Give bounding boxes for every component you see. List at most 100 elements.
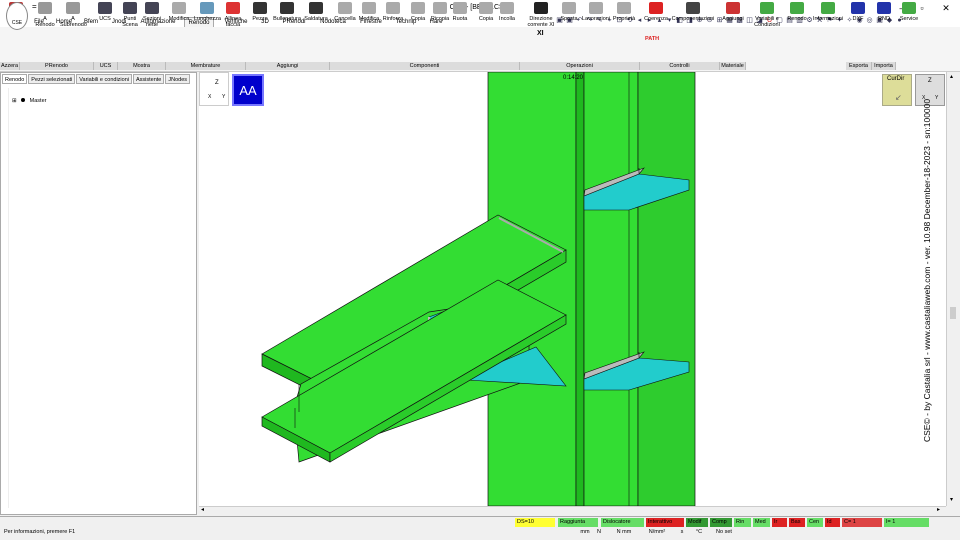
ribbon-button-punti-scena-4[interactable]: Punti Scena bbox=[122, 2, 138, 28]
ribbon-button-rnd-31[interactable]: RND bbox=[875, 2, 893, 22]
ribbon-button-direzione-corrente-xi-20[interactable]: Direzione corrente XI bbox=[526, 2, 556, 28]
ribbon-group-componenti: Componenti bbox=[330, 62, 520, 70]
ribbon-button-modifica-6[interactable]: Modifica bbox=[167, 2, 191, 22]
path-label: PATH bbox=[645, 36, 660, 42]
scroll-thumb[interactable] bbox=[950, 307, 956, 319]
ribbon-button-label: Ricopia bbox=[430, 16, 450, 22]
status-bas[interactable]: Bas bbox=[789, 518, 805, 527]
close-button[interactable]: ✕ bbox=[936, 2, 956, 14]
ribbon-group-controlli: Controlli bbox=[640, 62, 720, 70]
ribbon-button-label: Pezzo bbox=[252, 16, 268, 22]
status-i[interactable]: I= 1 bbox=[884, 518, 929, 527]
ribbon-button-propriet--23[interactable]: Proprietà bbox=[612, 2, 636, 22]
ribbon-button-label: Incolla bbox=[499, 16, 515, 22]
ribbon-button-service-32[interactable]: Service bbox=[899, 2, 919, 22]
vertical-scrollbar[interactable]: ▴ ▾ bbox=[946, 72, 960, 506]
ribbon-button-variabili-e-condizioni-27[interactable]: Variabili e Condizioni bbox=[750, 2, 784, 28]
ribbon-group-ucs: UCS bbox=[94, 62, 118, 70]
length-icon bbox=[200, 2, 214, 14]
orient-y-label: Y bbox=[935, 95, 939, 101]
ribbon-button-copia-18[interactable]: Copia bbox=[478, 2, 494, 22]
ribbon-button-a-renodo-1[interactable]: A Renodo bbox=[35, 2, 55, 28]
status-c[interactable]: C= 1 bbox=[842, 518, 882, 527]
ribbon-button-saldatura-11[interactable]: Saldatura bbox=[303, 2, 329, 22]
ribbon-button-label: Coerenza bbox=[644, 16, 668, 22]
tab-variabili[interactable]: Variabili e condizioni bbox=[76, 74, 132, 84]
ribbon-button-label: Modifica bbox=[358, 16, 380, 22]
3d-model-view[interactable] bbox=[199, 72, 946, 506]
a-renodo-icon bbox=[38, 2, 52, 14]
ribbon-group-esporta: Esporta bbox=[846, 62, 872, 70]
scroll-right-icon[interactable]: ▸ bbox=[937, 506, 940, 513]
status-ds[interactable]: DS=10 bbox=[515, 518, 555, 527]
scroll-down-icon[interactable]: ▾ bbox=[950, 496, 953, 503]
aa-button[interactable]: AA bbox=[232, 74, 264, 106]
tree-node-icon bbox=[21, 98, 26, 102]
horizontal-scrollbar[interactable]: ◂ ▸ bbox=[199, 506, 946, 514]
status-ir[interactable]: Ir bbox=[772, 518, 787, 527]
path-coherence-icon bbox=[649, 2, 663, 14]
ribbon-button-label: Punti Scena bbox=[122, 16, 138, 28]
curdir-panel[interactable]: CurDir ↙ bbox=[882, 74, 912, 106]
scroll-left-icon[interactable]: ◂ bbox=[201, 506, 204, 513]
tab-jnodes[interactable]: JNodes bbox=[165, 74, 191, 84]
status-rin[interactable]: Rin bbox=[734, 518, 751, 527]
recopy-icon bbox=[433, 2, 447, 14]
tab-assistente[interactable]: Assistente bbox=[132, 74, 165, 84]
ribbon-button-label: Lavorazioni bbox=[581, 16, 611, 22]
status-med[interactable]: Med bbox=[753, 518, 770, 527]
ribbon-button-dxf-30[interactable]: DXF bbox=[849, 2, 867, 22]
direction-icon bbox=[534, 2, 548, 14]
ribbon-button-ricopia-16[interactable]: Ricopia bbox=[430, 2, 450, 22]
paste-icon bbox=[500, 2, 514, 14]
status-comp[interactable]: Comp bbox=[710, 518, 732, 527]
3d-viewport[interactable]: Z X Y AA 0:14:20 CurDir ↙ Z X Y CSE© - b… bbox=[199, 72, 946, 506]
ribbon-button-informazioni-29[interactable]: Informazioni bbox=[810, 2, 846, 22]
axis-z-label: Z bbox=[215, 80, 219, 86]
ribbon-button-pezzo-9[interactable]: Pezzo bbox=[250, 2, 270, 22]
info-dot-icon bbox=[821, 2, 835, 14]
ribbon-button-rinforza-14[interactable]: Rinforza bbox=[382, 2, 404, 22]
status-raggiunta[interactable]: Raggiunta bbox=[558, 518, 598, 527]
ribbon-button-label: Bullonatura bbox=[273, 16, 301, 22]
status-interattivo[interactable]: Interattivo bbox=[646, 518, 684, 527]
tree-item-master[interactable]: Master bbox=[30, 98, 47, 104]
view-axes-box[interactable] bbox=[199, 72, 229, 106]
ribbon-button-cancella-12[interactable]: Cancella bbox=[334, 2, 356, 22]
status-modif[interactable]: Modif bbox=[686, 518, 708, 527]
unit-length: mm bbox=[580, 529, 590, 535]
ribbon-button-modifica-13[interactable]: Modifica bbox=[358, 2, 380, 22]
status-cen[interactable]: Cen bbox=[807, 518, 823, 527]
ribbon-button-allinea-faccia-8[interactable]: Allinea faccia bbox=[221, 2, 245, 28]
ribbon-button-copia-15[interactable]: Copia bbox=[410, 2, 426, 22]
tab-pezzi-selezionati[interactable]: Pezzi selezionati bbox=[28, 74, 76, 84]
ribbon-button-renodo-28[interactable]: Renodo bbox=[786, 2, 808, 22]
ribbon-button-componentazioni-25[interactable]: Componentazioni bbox=[670, 2, 716, 22]
ribbon-button-label: UCS bbox=[99, 16, 111, 22]
ribbon-button-a-subrenodo-2[interactable]: A Subrenodo bbox=[60, 2, 87, 28]
tree-expander-icon[interactable]: ⊞ bbox=[12, 98, 17, 104]
ribbon-button-bullonatura-10[interactable]: Bullonatura bbox=[272, 2, 302, 22]
ribbon-button-label: Ruota bbox=[452, 16, 468, 22]
ribbon-button-ucs-3[interactable]: UCS bbox=[97, 2, 113, 22]
scroll-up-icon[interactable]: ▴ bbox=[950, 73, 953, 80]
ribbon-group-importa: Importa bbox=[872, 62, 896, 70]
tab-renodo[interactable]: Renodo bbox=[2, 74, 28, 84]
ribbon-button-label: Componentazioni bbox=[671, 16, 715, 22]
app-logo[interactable]: CSE bbox=[6, 2, 28, 30]
ribbon-button-lunghezza-7[interactable]: Lunghezza bbox=[194, 2, 221, 22]
ribbon-button-ruota-17[interactable]: Ruota bbox=[452, 2, 468, 22]
ribbon-button-sposta-21[interactable]: Sposta bbox=[560, 2, 578, 22]
ribbon-button-coerenza-24[interactable]: Coerenza bbox=[643, 2, 669, 22]
ribbon-button-lavorazioni-22[interactable]: Lavorazioni bbox=[580, 2, 612, 22]
ribbon-group-prenodo: PRenodo bbox=[20, 62, 94, 70]
unit-moment: N mm bbox=[616, 529, 632, 535]
ribbon-button-label: Saldatura bbox=[304, 16, 328, 22]
ribbon-button-sezioni-nette-5[interactable]: Sezioni nette bbox=[142, 2, 162, 28]
status-id[interactable]: Id bbox=[825, 518, 840, 527]
ribbon-button-incolla-19[interactable]: Incolla bbox=[498, 2, 516, 22]
status-dislocatore[interactable]: Dislocatore bbox=[601, 518, 644, 527]
ribbon-button-label: Lunghezza bbox=[194, 16, 221, 22]
ribbon-group-azzera: Azzera bbox=[0, 62, 20, 70]
ribbon-button-aggiungi-26[interactable]: Aggiungi bbox=[720, 2, 746, 22]
